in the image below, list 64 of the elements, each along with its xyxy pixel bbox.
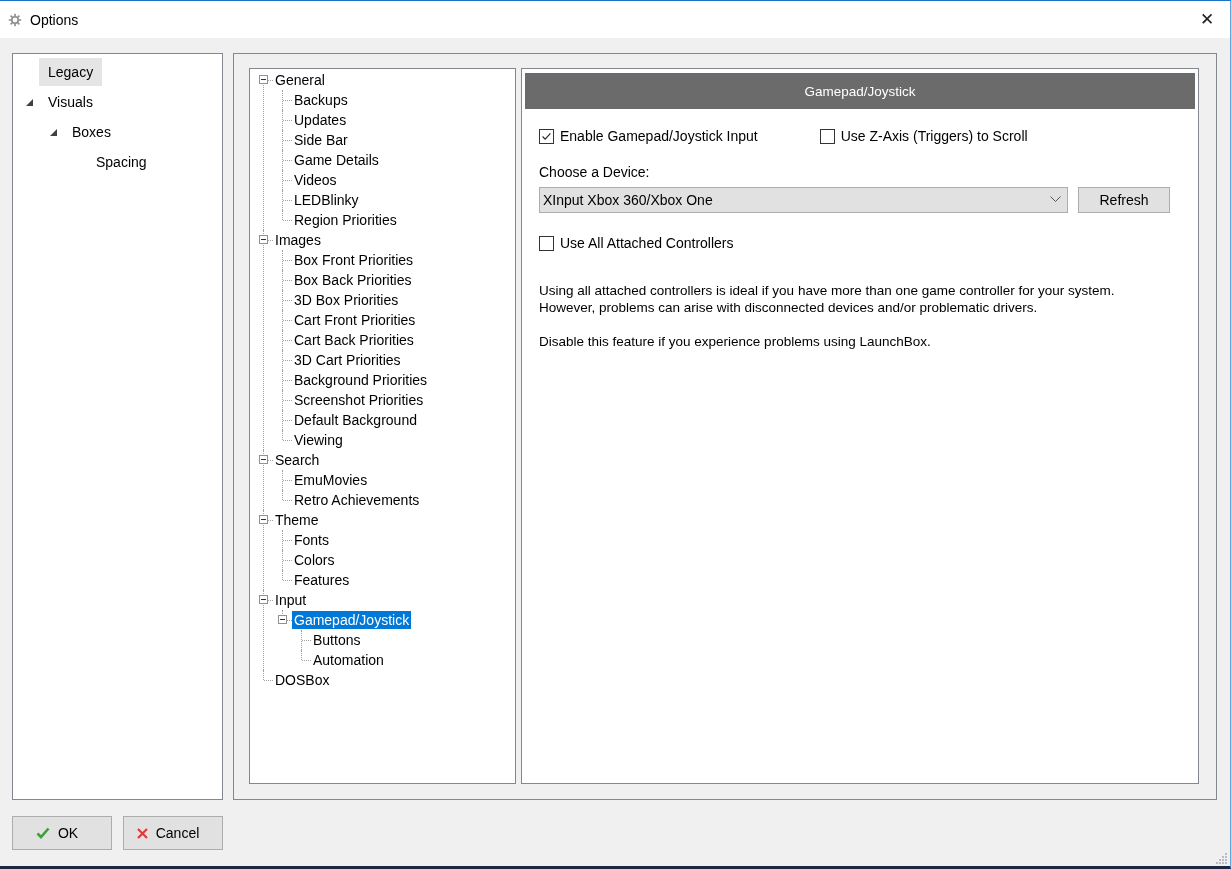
close-button[interactable]: ✕ bbox=[1184, 1, 1230, 38]
tree-item[interactable]: Input bbox=[273, 591, 309, 609]
tree-item[interactable]: Cart Front Priorities bbox=[292, 311, 418, 329]
sidebar-item[interactable]: Spacing bbox=[87, 148, 156, 176]
gear-icon bbox=[8, 12, 22, 27]
refresh-button[interactable]: Refresh bbox=[1078, 187, 1170, 213]
tree-item[interactable]: DOSBox bbox=[273, 671, 332, 689]
tree-item[interactable]: Gamepad/Joystick bbox=[292, 611, 412, 629]
tree-item[interactable]: EmuMovies bbox=[292, 471, 370, 489]
tree-item[interactable]: Features bbox=[292, 571, 352, 589]
expanded-arrow-icon[interactable] bbox=[50, 128, 57, 136]
checkbox-label[interactable]: Use All Attached Controllers bbox=[560, 235, 734, 251]
device-dropdown[interactable]: XInput Xbox 360/Xbox One bbox=[539, 186, 1068, 213]
tree-item[interactable]: Box Back Priorities bbox=[292, 271, 414, 289]
tree-item[interactable]: Box Front Priorities bbox=[292, 251, 416, 269]
window-title: Options bbox=[30, 11, 80, 28]
description-text: Disable this feature if you experience problems using LaunchBox. bbox=[539, 333, 932, 350]
tree-item[interactable]: Screenshot Priorities bbox=[292, 391, 426, 409]
collapse-icon[interactable] bbox=[259, 235, 268, 244]
checkbox[interactable] bbox=[819, 128, 835, 144]
cancel-button[interactable]: Cancel bbox=[123, 816, 223, 850]
tree-item[interactable]: Fonts bbox=[292, 531, 331, 549]
sidebar-item[interactable]: Legacy bbox=[39, 58, 103, 86]
tree-item[interactable]: Updates bbox=[292, 111, 349, 129]
tree-item[interactable]: Theme bbox=[273, 511, 321, 529]
ok-button[interactable]: OK bbox=[12, 816, 112, 850]
tree-item[interactable]: LEDBlinky bbox=[292, 191, 361, 209]
tree-item[interactable]: Viewing bbox=[292, 431, 345, 449]
tree-item[interactable]: Region Priorities bbox=[292, 211, 399, 229]
tree-item[interactable]: Retro Achievements bbox=[292, 491, 422, 509]
tree-item[interactable]: Default Background bbox=[292, 411, 419, 429]
checkbox[interactable] bbox=[539, 235, 554, 251]
chevron-down-icon bbox=[1050, 196, 1061, 203]
description-text: Using all attached controllers is ideal if you have more than one game controller for your system. However, problems can arise with disconnected devices and/or problematic drivers. bbox=[539, 282, 1116, 316]
tree-item[interactable]: Backups bbox=[292, 91, 350, 109]
checkbox-label[interactable]: Enable Gamepad/Joystick Input bbox=[560, 128, 758, 144]
tree-item[interactable]: Background Priorities bbox=[292, 371, 430, 389]
tree-item[interactable]: Buttons bbox=[311, 631, 363, 649]
collapse-icon[interactable] bbox=[259, 595, 268, 604]
collapse-icon[interactable] bbox=[259, 515, 268, 524]
collapse-icon[interactable] bbox=[278, 615, 287, 624]
tree-item[interactable]: Colors bbox=[292, 551, 337, 569]
checkmark-icon bbox=[35, 827, 50, 839]
tree-item[interactable]: General bbox=[273, 71, 327, 89]
sidebar-item[interactable]: Visuals bbox=[39, 88, 102, 116]
collapse-icon[interactable] bbox=[259, 75, 268, 84]
tree-item[interactable]: Game Details bbox=[292, 151, 381, 169]
tree-item[interactable]: Search bbox=[273, 451, 322, 469]
collapse-icon[interactable] bbox=[259, 455, 268, 464]
checkbox-label[interactable]: Use Z-Axis (Triggers) to Scroll bbox=[840, 128, 1028, 144]
tree-item[interactable]: Cart Back Priorities bbox=[292, 331, 416, 349]
device-label: Choose a Device: bbox=[539, 163, 651, 182]
resize-grip-icon[interactable] bbox=[1216, 852, 1228, 864]
sidebar-item[interactable]: Boxes bbox=[63, 118, 120, 146]
tree-item[interactable]: Automation bbox=[311, 651, 386, 669]
tree-item[interactable]: Side Bar bbox=[292, 131, 350, 149]
cross-icon bbox=[136, 827, 148, 839]
tree-item[interactable]: Videos bbox=[292, 171, 339, 189]
tree-item[interactable]: 3D Cart Priorities bbox=[292, 351, 403, 369]
section-header: Gamepad/Joystick bbox=[525, 73, 1195, 109]
checkbox[interactable] bbox=[539, 128, 554, 144]
expanded-arrow-icon[interactable] bbox=[26, 98, 33, 106]
tree-item[interactable]: Images bbox=[273, 231, 323, 249]
tree-item[interactable]: 3D Box Priorities bbox=[292, 291, 401, 309]
